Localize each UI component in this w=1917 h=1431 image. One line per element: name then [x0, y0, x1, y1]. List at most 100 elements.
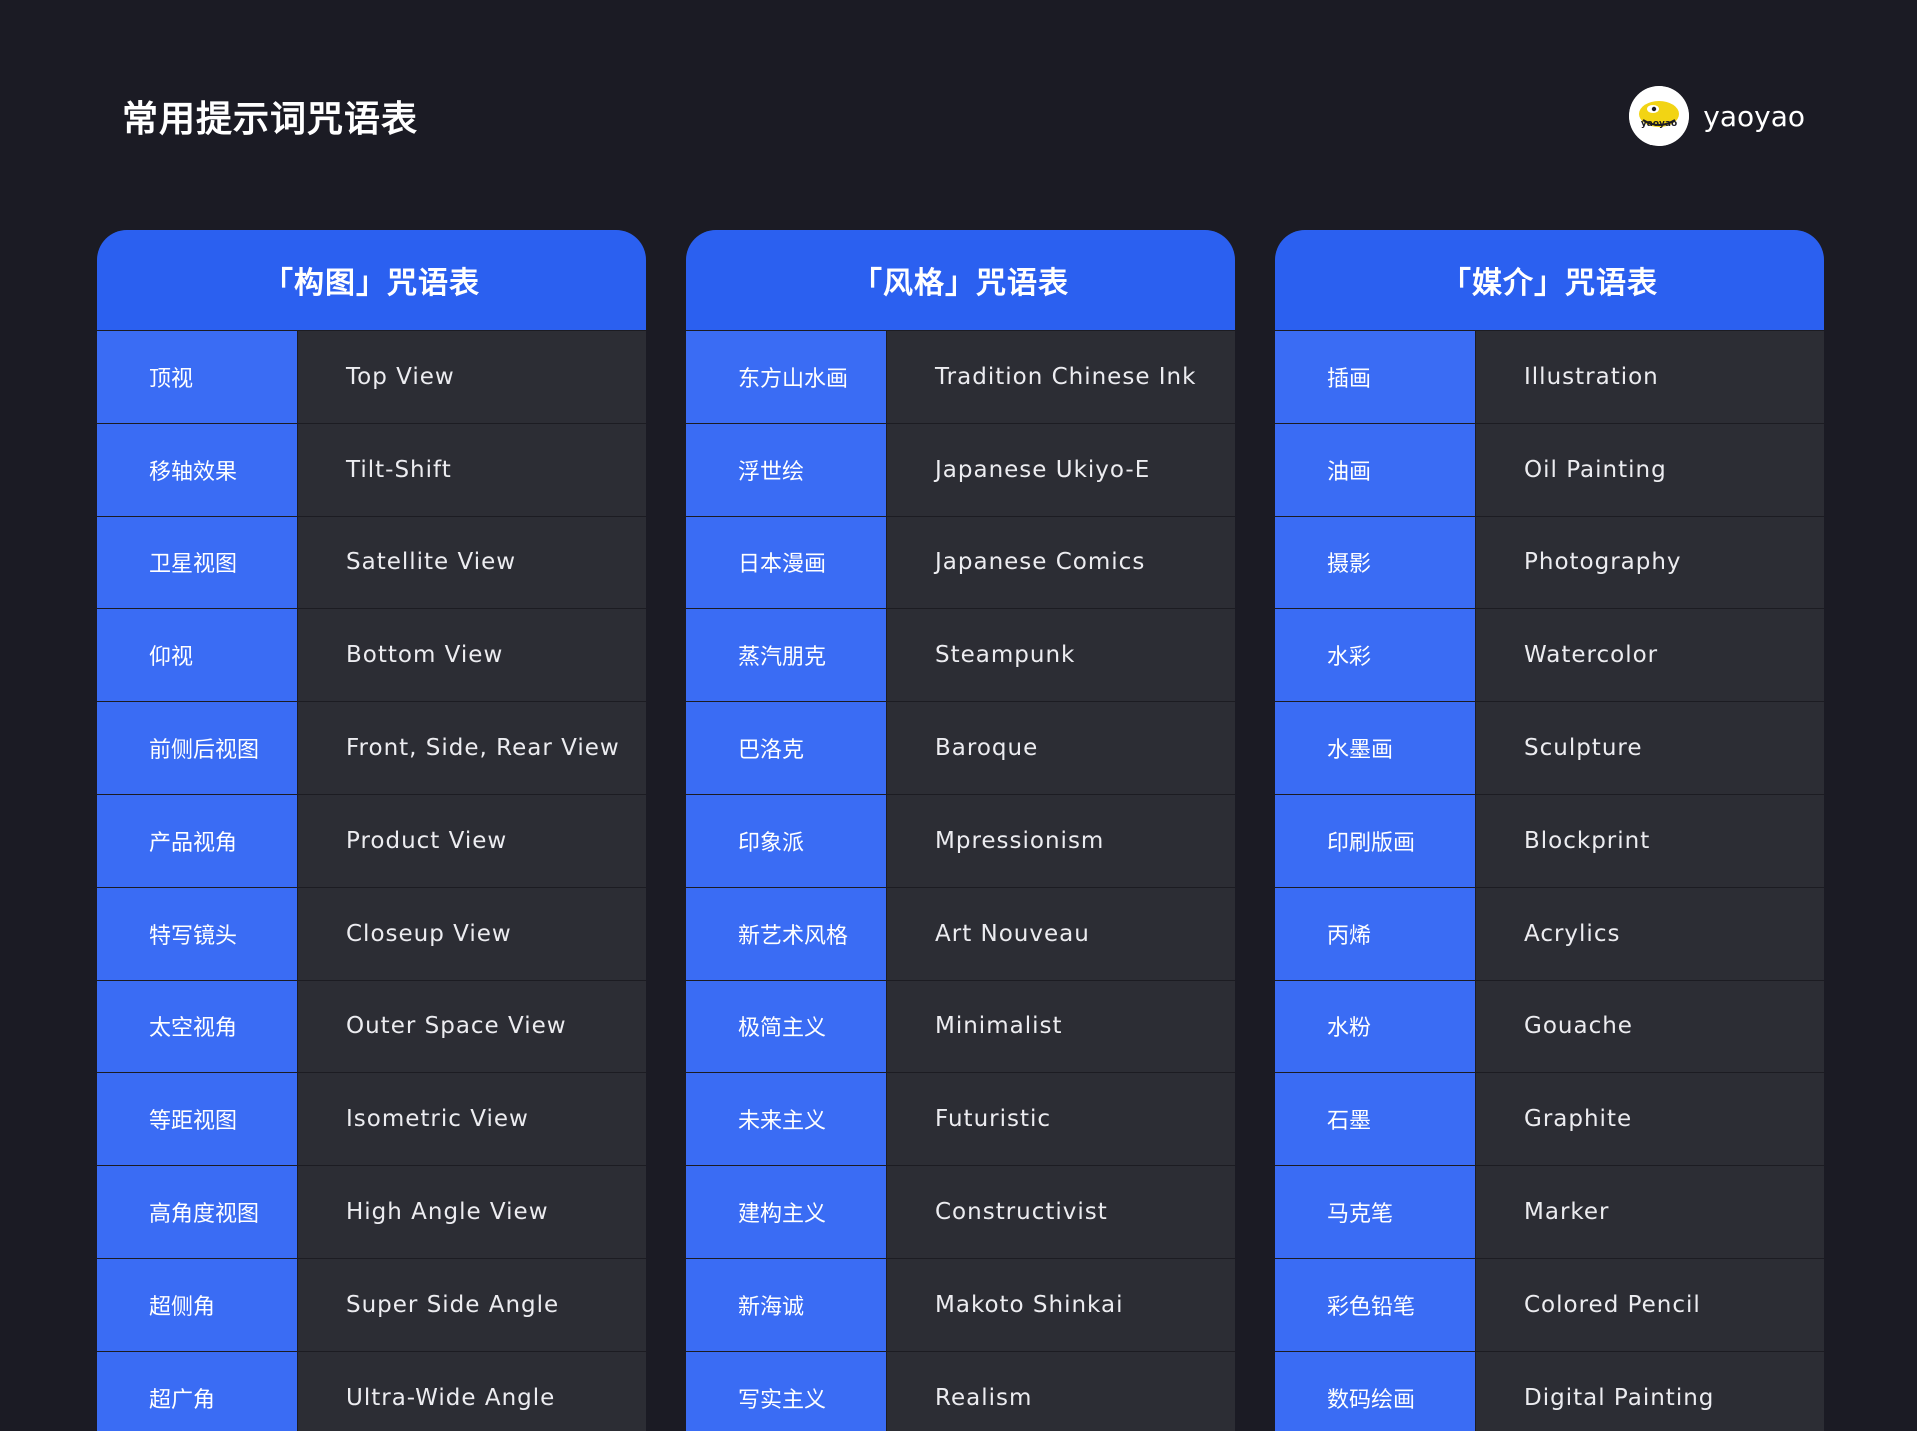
- yaoyao-logo-icon: yaoyao: [1629, 86, 1690, 146]
- cell-english-term: Acrylics: [1476, 887, 1824, 980]
- cell-chinese-term: 东方山水画: [686, 331, 887, 423]
- cell-chinese-term: 仰视: [97, 609, 298, 702]
- cell-english-term: Closeup View: [298, 887, 646, 980]
- cell-chinese-term: 浮世绘: [686, 423, 887, 516]
- cell-chinese-term: 产品视角: [97, 794, 298, 887]
- cell-english-term: Japanese Comics: [887, 516, 1235, 609]
- cell-chinese-term: 插画: [1275, 331, 1476, 423]
- cell-chinese-term: 卫星视图: [97, 516, 298, 609]
- table-row: 丙烯 Acrylics: [1275, 886, 1824, 980]
- cell-english-term: Mpressionism: [887, 794, 1235, 887]
- tables-container: 「构图」咒语表 顶视 Top View 移轴效果 Tilt-Shift 卫星视图 Sate…: [97, 230, 1824, 1431]
- cell-chinese-term: 移轴效果: [97, 423, 298, 516]
- brand-name: yaoyao: [1703, 99, 1805, 133]
- table-row: 产品视角 Product View: [97, 793, 646, 887]
- cell-chinese-term: 新艺术风格: [686, 887, 887, 980]
- table-title: 「风格」咒语表: [686, 230, 1235, 330]
- cell-chinese-term: 高角度视图: [97, 1166, 298, 1258]
- page: 常用提示词咒语表 yaoyao yaoyao 「构图」咒语表 顶视 Top Vie…: [0, 0, 1917, 1431]
- cell-chinese-term: 顶视: [97, 331, 298, 423]
- cell-chinese-term: 特写镜头: [97, 887, 298, 980]
- cell-english-term: Watercolor: [1476, 609, 1824, 702]
- table-row: 写实主义 Realism: [686, 1350, 1235, 1431]
- table-row: 新艺术风格 Art Nouveau: [686, 886, 1235, 980]
- cell-chinese-term: 未来主义: [686, 1073, 887, 1166]
- cell-chinese-term: 日本漫画: [686, 516, 887, 609]
- table-title: 「构图」咒语表: [97, 230, 646, 330]
- table-row: 等距视图 Isometric View: [97, 1072, 646, 1166]
- table-row: 油画 Oil Painting: [1275, 422, 1824, 516]
- cell-english-term: Satellite View: [298, 516, 646, 609]
- table-row: 马克笔 Marker: [1275, 1165, 1824, 1258]
- cell-english-term: Sculpture: [1476, 702, 1824, 794]
- table-row: 极简主义 Minimalist: [686, 979, 1235, 1073]
- table-row: 石墨 Graphite: [1275, 1072, 1824, 1166]
- cell-chinese-term: 建构主义: [686, 1166, 887, 1258]
- table-row: 彩色铅笔 Colored Pencil: [1275, 1257, 1824, 1351]
- table-medium: 「媒介」咒语表 插画 Illustration 油画 Oil Painting 摄影 Ph…: [1275, 230, 1824, 1431]
- cell-english-term: Outer Space View: [298, 980, 646, 1073]
- cell-chinese-term: 蒸汽朋克: [686, 609, 887, 702]
- table-row: 建构主义 Constructivist: [686, 1165, 1235, 1258]
- brand: yaoyao yaoyao: [1629, 86, 1805, 146]
- cell-chinese-term: 印刷版画: [1275, 794, 1476, 887]
- table-row: 东方山水画 Tradition Chinese Ink: [686, 330, 1235, 423]
- cell-english-term: Art Nouveau: [887, 887, 1235, 980]
- cell-english-term: Japanese Ukiyo-E: [887, 423, 1235, 516]
- cell-english-term: Tradition Chinese Ink: [887, 331, 1235, 423]
- table-style: 「风格」咒语表 东方山水画 Tradition Chinese Ink 浮世绘 Jap…: [686, 230, 1235, 1431]
- cell-chinese-term: 水粉: [1275, 980, 1476, 1073]
- cell-chinese-term: 写实主义: [686, 1351, 887, 1431]
- cell-chinese-term: 丙烯: [1275, 887, 1476, 980]
- table-row: 印象派 Mpressionism: [686, 793, 1235, 887]
- cell-english-term: Makoto Shinkai: [887, 1258, 1235, 1351]
- cell-english-term: Ultra-Wide Angle: [298, 1351, 646, 1431]
- cell-english-term: Super Side Angle: [298, 1258, 646, 1351]
- cell-chinese-term: 巴洛克: [686, 702, 887, 794]
- table-row: 太空视角 Outer Space View: [97, 979, 646, 1073]
- cell-chinese-term: 数码绘画: [1275, 1351, 1476, 1431]
- cell-chinese-term: 油画: [1275, 423, 1476, 516]
- cell-english-term: Constructivist: [887, 1166, 1235, 1258]
- cell-english-term: Digital Painting: [1476, 1351, 1824, 1431]
- table-row: 日本漫画 Japanese Comics: [686, 515, 1235, 609]
- table-row: 数码绘画 Digital Painting: [1275, 1350, 1824, 1431]
- table-row: 特写镜头 Closeup View: [97, 886, 646, 980]
- cell-chinese-term: 彩色铅笔: [1275, 1258, 1476, 1351]
- cell-english-term: Tilt-Shift: [298, 423, 646, 516]
- cell-english-term: Top View: [298, 331, 646, 423]
- cell-english-term: Isometric View: [298, 1073, 646, 1166]
- table-row: 插画 Illustration: [1275, 330, 1824, 423]
- table-row: 巴洛克 Baroque: [686, 701, 1235, 794]
- cell-english-term: Gouache: [1476, 980, 1824, 1073]
- brand-logo: yaoyao: [1629, 86, 1690, 146]
- cell-chinese-term: 新海诚: [686, 1258, 887, 1351]
- cell-english-term: Illustration: [1476, 331, 1824, 423]
- cell-chinese-term: 太空视角: [97, 980, 298, 1073]
- table-composition: 「构图」咒语表 顶视 Top View 移轴效果 Tilt-Shift 卫星视图 Sate…: [97, 230, 646, 1431]
- cell-chinese-term: 极简主义: [686, 980, 887, 1073]
- cell-chinese-term: 等距视图: [97, 1073, 298, 1166]
- cell-english-term: Oil Painting: [1476, 423, 1824, 516]
- table-row: 印刷版画 Blockprint: [1275, 793, 1824, 887]
- cell-english-term: Steampunk: [887, 609, 1235, 702]
- cell-chinese-term: 水墨画: [1275, 702, 1476, 794]
- cell-english-term: Realism: [887, 1351, 1235, 1431]
- cell-english-term: Bottom View: [298, 609, 646, 702]
- table-row: 移轴效果 Tilt-Shift: [97, 422, 646, 516]
- table-row: 新海诚 Makoto Shinkai: [686, 1257, 1235, 1351]
- cell-english-term: Baroque: [887, 702, 1235, 794]
- table-row: 高角度视图 High Angle View: [97, 1165, 646, 1258]
- cell-english-term: Photography: [1476, 516, 1824, 609]
- table-row: 摄影 Photography: [1275, 515, 1824, 609]
- cell-english-term: Blockprint: [1476, 794, 1824, 887]
- cell-chinese-term: 石墨: [1275, 1073, 1476, 1166]
- table-row: 水墨画 Sculpture: [1275, 701, 1824, 794]
- cell-english-term: Colored Pencil: [1476, 1258, 1824, 1351]
- table-row: 未来主义 Futuristic: [686, 1072, 1235, 1166]
- table-row: 水彩 Watercolor: [1275, 608, 1824, 702]
- cell-english-term: Marker: [1476, 1166, 1824, 1258]
- cell-english-term: Product View: [298, 794, 646, 887]
- table-row: 蒸汽朋克 Steampunk: [686, 608, 1235, 702]
- table-row: 前侧后视图 Front, Side, Rear View: [97, 701, 646, 794]
